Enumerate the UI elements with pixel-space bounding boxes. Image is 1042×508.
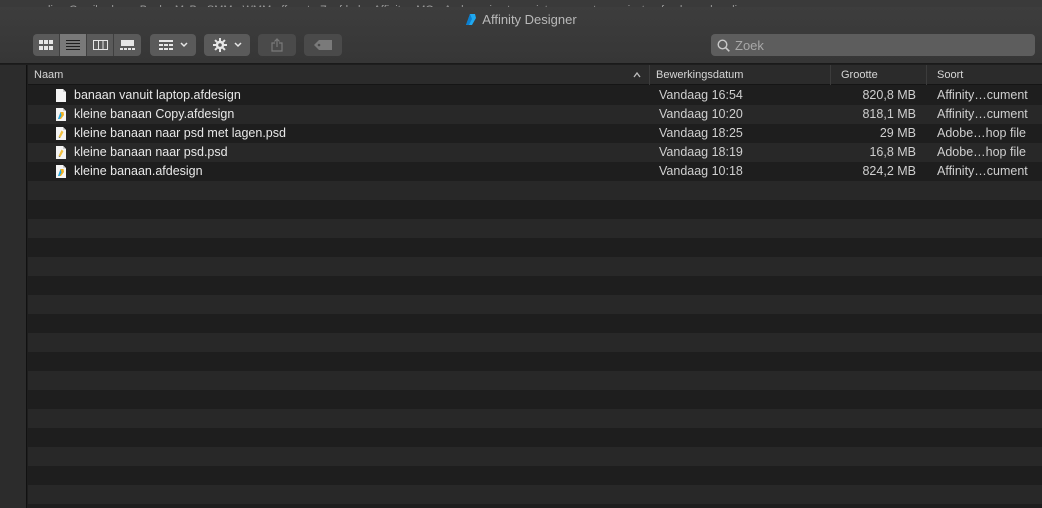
- file-row[interactable]: banaan vanuit laptop.afdesign Vandaag 16:…: [28, 86, 1042, 105]
- tag-button-face: [304, 34, 342, 56]
- file-row[interactable]: kleine banaan naar psd met lagen.psd Vand…: [28, 124, 1042, 143]
- file-name: banaan vanuit laptop.afdesign: [74, 88, 241, 102]
- psd-document-icon: [56, 146, 66, 159]
- column-name-label: Naam: [34, 69, 64, 81]
- column-kind[interactable]: Soort: [927, 65, 1042, 85]
- file-kind: Affinity…cument: [937, 164, 1028, 178]
- file-kind: Affinity…cument: [937, 88, 1028, 102]
- window-toolbar: Affinity Designer: [0, 7, 1042, 64]
- empty-row: [28, 314, 1042, 333]
- empty-row: [28, 504, 1042, 508]
- empty-row: [28, 371, 1042, 390]
- file-row[interactable]: kleine banaan Copy.afdesign Vandaag 10:20…: [28, 105, 1042, 124]
- file-date: Vandaag 18:19: [659, 145, 743, 159]
- empty-row: [28, 390, 1042, 409]
- tag-button[interactable]: [304, 34, 342, 56]
- action-dropdown-face: [204, 34, 250, 56]
- gear-icon: [212, 38, 227, 52]
- grid-icon: [39, 40, 53, 50]
- file-name: kleine banaan.afdesign: [74, 164, 203, 178]
- file-size: 29 MB: [879, 126, 916, 140]
- column-name[interactable]: Naam: [28, 65, 650, 85]
- columns-icon: [92, 40, 108, 50]
- file-list: banaan vanuit laptop.afdesign Vandaag 16:…: [28, 86, 1042, 508]
- file-kind: Adobe…hop file: [937, 126, 1026, 140]
- window-title-text: Affinity Designer: [482, 12, 577, 27]
- column-size-label: Grootte: [841, 69, 878, 81]
- afdesign-document-icon: [56, 165, 66, 178]
- file-date: Vandaag 18:25: [659, 126, 743, 140]
- search-input[interactable]: [735, 37, 1025, 53]
- empty-row: [28, 447, 1042, 466]
- empty-row: [28, 333, 1042, 352]
- sidebar: [0, 65, 27, 508]
- empty-row: [28, 200, 1042, 219]
- window-title: Affinity Designer: [0, 12, 1042, 27]
- file-size: 16,8 MB: [869, 145, 916, 159]
- file-kind: Adobe…hop file: [937, 145, 1026, 159]
- file-date: Vandaag 10:18: [659, 164, 743, 178]
- file-size: 820,8 MB: [862, 88, 916, 102]
- column-header: Naam Bewerkingsdatum Grootte Soort: [28, 65, 1042, 85]
- file-kind: Affinity…cument: [937, 107, 1028, 121]
- empty-row: [28, 257, 1042, 276]
- empty-row: [28, 238, 1042, 257]
- action-dropdown[interactable]: [204, 34, 250, 56]
- empty-row: [28, 485, 1042, 504]
- column-date-label: Bewerkingsdatum: [656, 69, 744, 81]
- file-size: 818,1 MB: [862, 107, 916, 121]
- gallery-view-button[interactable]: [114, 34, 141, 56]
- empty-row: [28, 428, 1042, 447]
- bookmarks-bar: esameliaGmaildoorBookMyBSMMWMMffartZeefd…: [0, 0, 1042, 7]
- file-name: kleine banaan naar psd.psd: [74, 145, 228, 159]
- file-row[interactable]: kleine banaan naar psd.psd Vandaag 18:19 1…: [28, 143, 1042, 162]
- icon-view-button[interactable]: [33, 34, 60, 56]
- sort-ascending-icon: [633, 65, 641, 85]
- gallery-icon: [120, 40, 135, 50]
- tag-icon: [314, 40, 332, 50]
- chevron-down-icon: [233, 42, 242, 48]
- column-date[interactable]: Bewerkingsdatum: [650, 65, 831, 85]
- blank-document-icon: [56, 89, 66, 102]
- list-view-button[interactable]: [60, 34, 87, 56]
- empty-row: [28, 181, 1042, 200]
- affinity-designer-app-icon: [466, 14, 477, 25]
- afdesign-document-icon: [56, 108, 66, 121]
- psd-document-icon: [56, 127, 66, 140]
- arrange-dropdown[interactable]: [150, 34, 196, 56]
- empty-row: [28, 409, 1042, 428]
- share-button-face: [258, 34, 296, 56]
- file-name: kleine banaan naar psd met lagen.psd: [74, 126, 286, 140]
- search-icon: [717, 38, 730, 52]
- file-name: kleine banaan Copy.afdesign: [74, 107, 235, 121]
- share-button[interactable]: [258, 34, 296, 56]
- arrange-dropdown-face: [150, 34, 196, 56]
- empty-row: [28, 276, 1042, 295]
- share-icon: [271, 38, 283, 52]
- column-kind-label: Soort: [937, 69, 964, 81]
- file-size: 824,2 MB: [862, 164, 916, 178]
- file-date: Vandaag 16:54: [659, 88, 743, 102]
- chevron-down-icon: [179, 42, 188, 48]
- view-mode-group: [33, 34, 141, 56]
- empty-row: [28, 466, 1042, 485]
- empty-row: [28, 295, 1042, 314]
- file-row[interactable]: kleine banaan.afdesign Vandaag 10:18 824,2…: [28, 162, 1042, 181]
- search-field[interactable]: [711, 34, 1035, 56]
- empty-row: [28, 219, 1042, 238]
- column-size[interactable]: Grootte: [831, 65, 927, 85]
- column-view-button[interactable]: [87, 34, 114, 56]
- empty-row: [28, 352, 1042, 371]
- arrange-grid-icon: [158, 40, 173, 50]
- list-icon: [66, 40, 80, 50]
- file-date: Vandaag 10:20: [659, 107, 743, 121]
